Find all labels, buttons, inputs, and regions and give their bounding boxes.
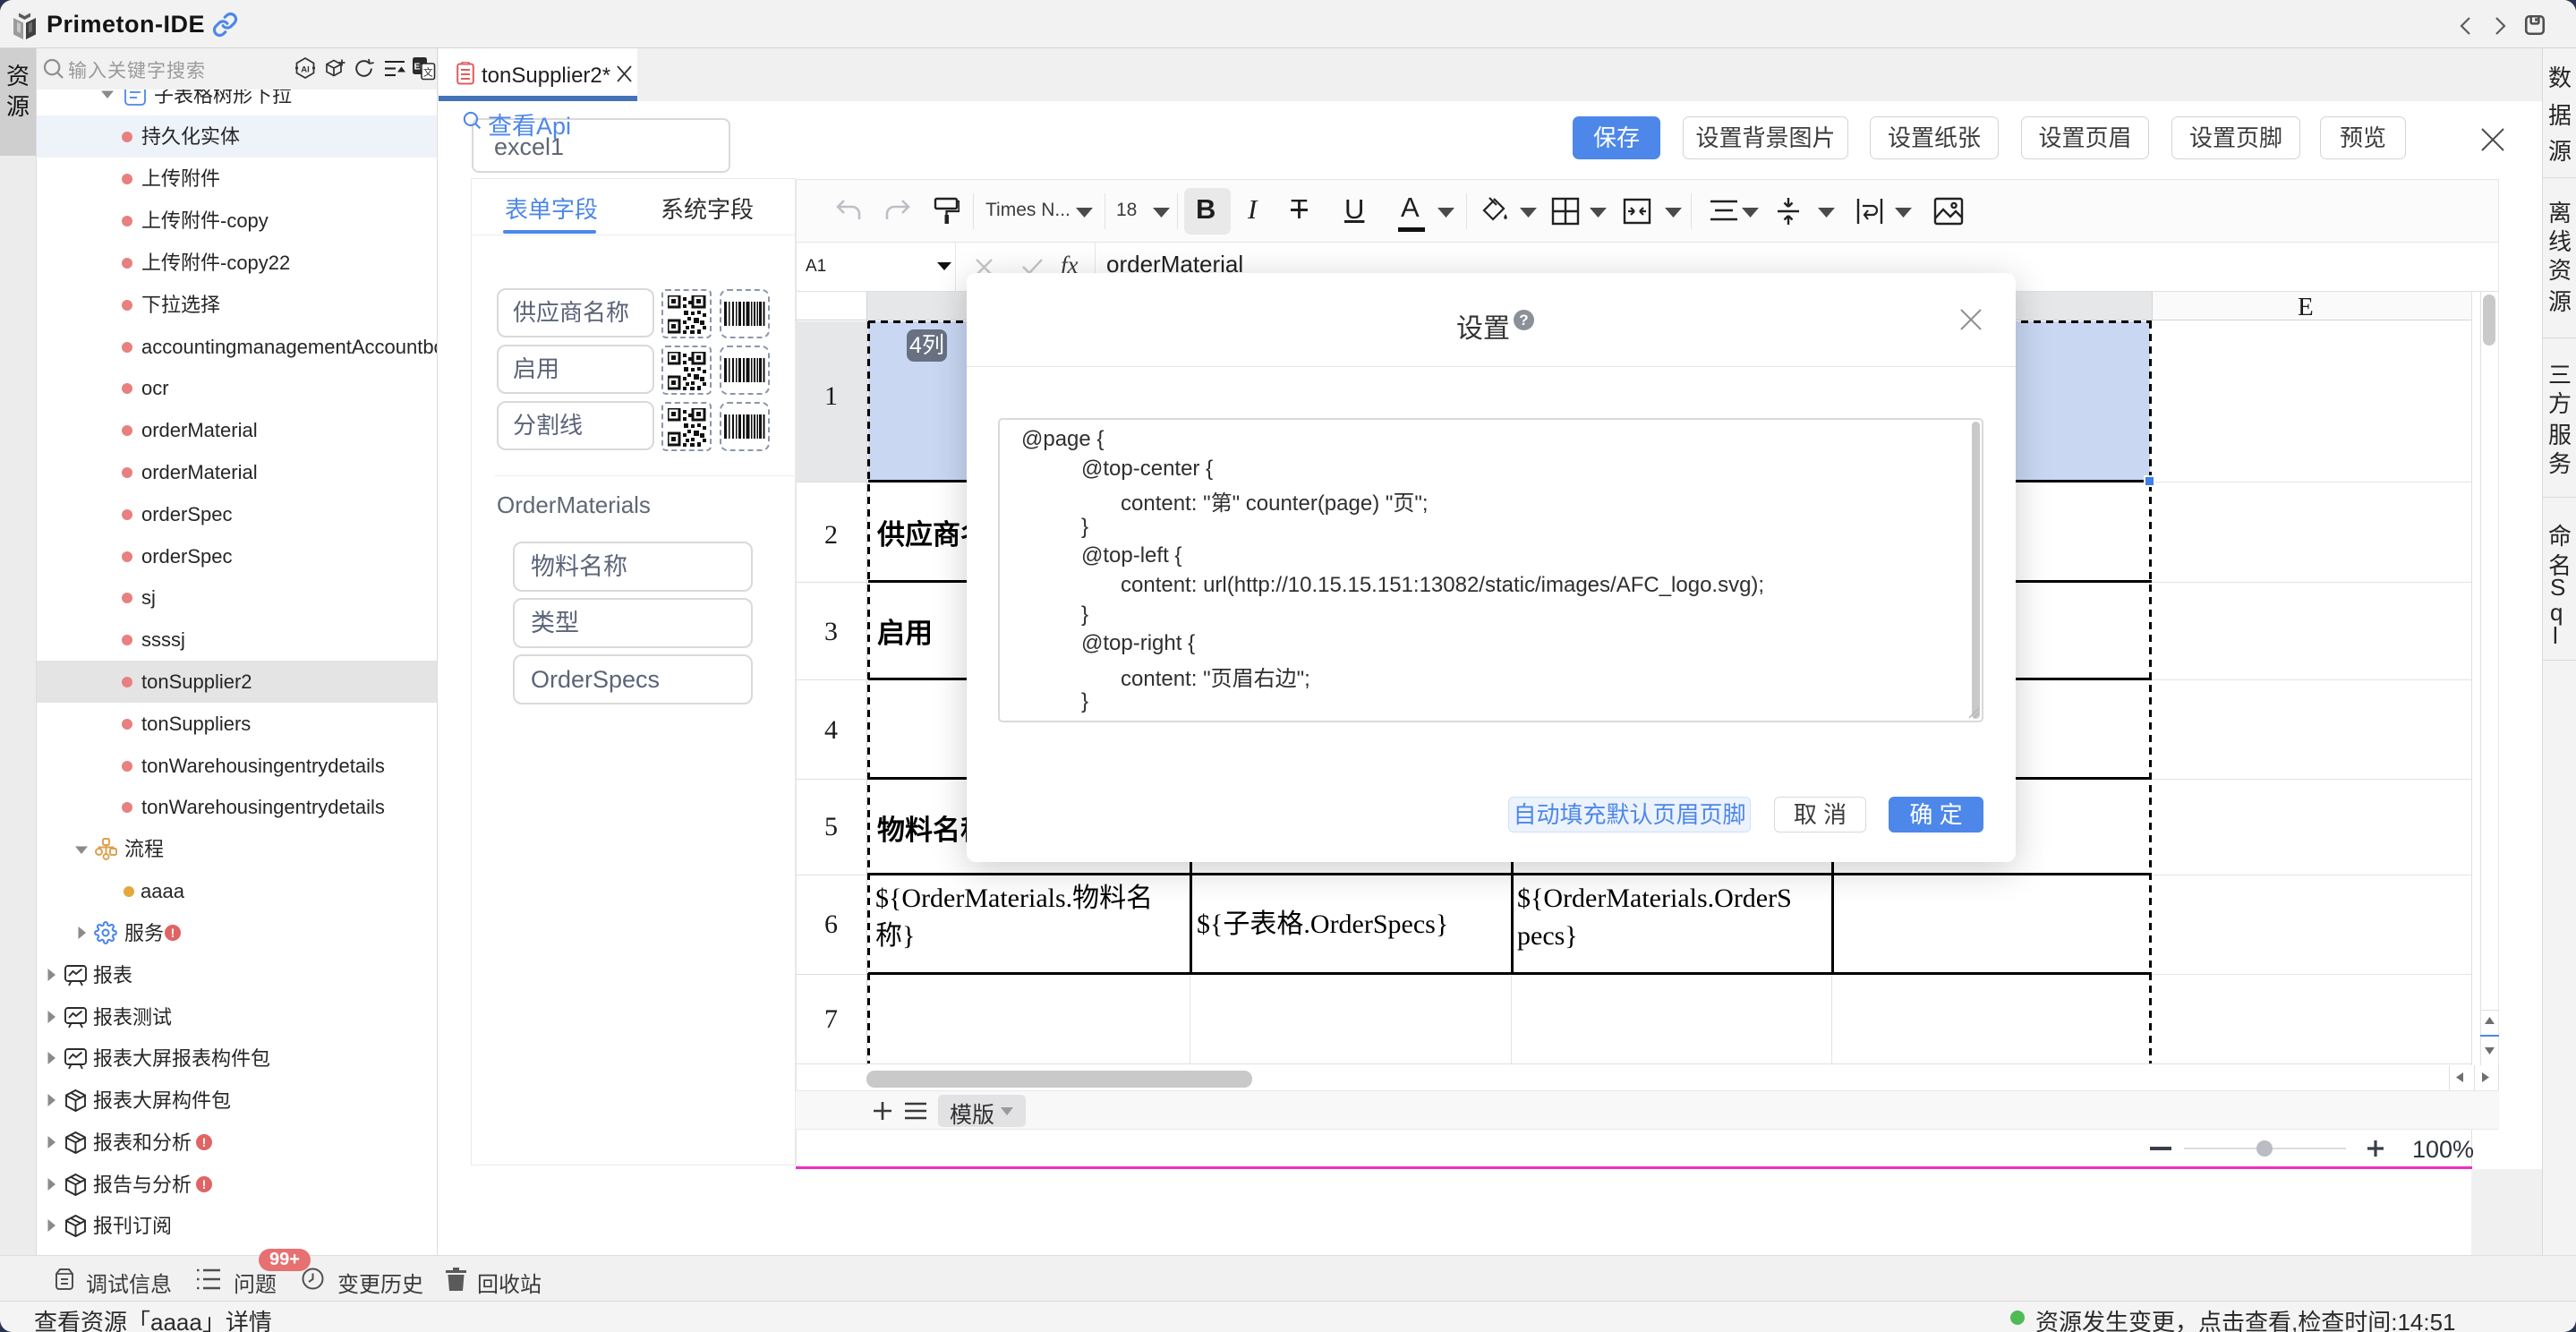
svg-text:AI: AI [301, 65, 310, 75]
svg-text:文: 文 [423, 66, 433, 79]
